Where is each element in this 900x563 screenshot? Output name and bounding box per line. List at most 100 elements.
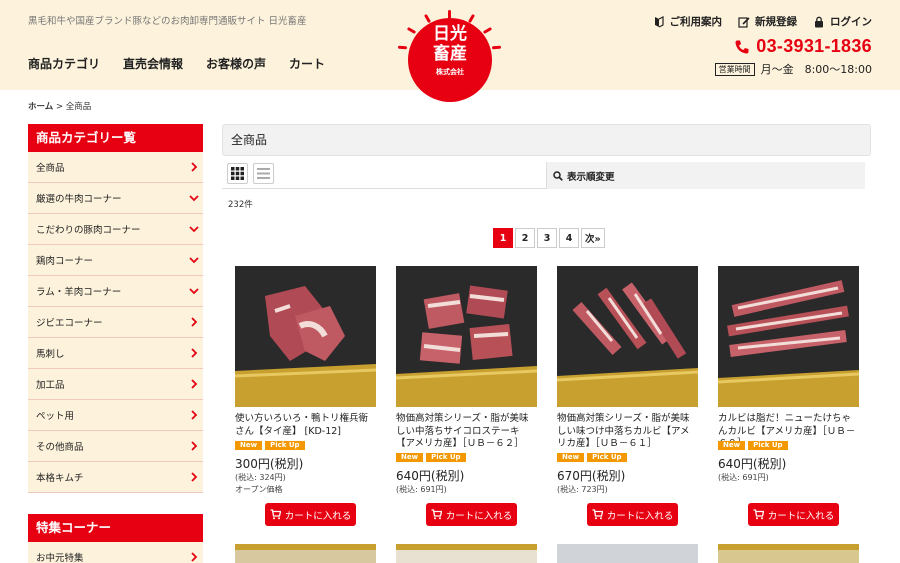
sidebar-item[interactable]: ペット用 (28, 400, 203, 431)
add-to-cart-button[interactable]: カートに入れる (748, 503, 839, 526)
badge-pickup: Pick Up (265, 441, 305, 450)
chevron-down-icon (189, 195, 199, 202)
product-name[interactable]: 使い方いろいろ・鴨トリ権兵衛さん【タイ産】 [KD-12] (235, 413, 377, 438)
product-badges: New Pick Up (396, 453, 466, 462)
logo-text-1: 日光 (433, 24, 467, 44)
sidebar-item-label: 厳選の牛肉コーナー (36, 194, 122, 205)
sidebar-item[interactable]: ラム・羊肉コーナー (28, 276, 203, 307)
sidebar-item[interactable]: 鶏肉コーナー (28, 245, 203, 276)
register-link[interactable]: 新規登録 (738, 14, 797, 29)
badge-pickup: Pick Up (426, 453, 466, 462)
header-links: ご利用案内 新規登録 ログイン (653, 14, 872, 29)
logo-text-2: 畜産 (433, 44, 467, 64)
phone-text: 03-3931-1836 (756, 36, 872, 56)
sidebar-item-label: ラム・羊肉コーナー (36, 287, 122, 298)
page-2[interactable]: 2 (515, 228, 535, 248)
sidebar-item-label: ペット用 (36, 411, 75, 422)
sidebar-item[interactable]: 厳選の牛肉コーナー (28, 183, 203, 214)
add-to-cart-button[interactable]: カートに入れる (587, 503, 678, 526)
chevron-right-icon (191, 472, 198, 482)
sidebar-item[interactable]: 加工品 (28, 369, 203, 400)
sidebar-item-label: その他商品 (36, 442, 84, 453)
add-to-cart-button[interactable]: カートに入れる (265, 503, 356, 526)
chevron-right-icon (191, 379, 198, 389)
add-to-cart-button[interactable]: カートに入れる (426, 503, 517, 526)
product-badges: New Pick Up (557, 453, 627, 462)
sidebar-item-label: お中元特集 (36, 553, 84, 563)
site-logo[interactable]: 日光 畜産 株式会社 (397, 10, 502, 102)
product-tax-price: (税込: 723円) (557, 485, 608, 494)
add-to-cart-label: カートに入れる (445, 510, 513, 522)
sort-label: 表示順変更 (567, 171, 615, 183)
product-photo-partial[interactable] (718, 544, 859, 563)
product-tax-price: (税込: 691円) (718, 473, 769, 482)
chevron-right-icon (191, 162, 198, 172)
cart-icon (592, 509, 603, 520)
special-heading: 特集コーナー (28, 514, 203, 542)
product-price: 640円(税別) (396, 469, 465, 483)
list-view-button[interactable] (253, 163, 274, 184)
breadcrumb-sep: > (53, 102, 66, 112)
guide-link[interactable]: ご利用案内 (653, 14, 723, 29)
product-photo-partial[interactable] (557, 544, 698, 563)
guide-label: ご利用案内 (669, 16, 723, 28)
page-title: 全商品 (222, 124, 871, 156)
hours-badge: 営業時間 (714, 62, 755, 76)
list-icon (257, 168, 270, 179)
register-label: 新規登録 (755, 16, 797, 28)
list-toolbar: 表示順変更 (222, 162, 865, 189)
product-name[interactable]: 物価高対策シリーズ・脂が美味しい味つけ中落ちカルビ【アメリカ産】［ＵＢ－６１］ (557, 413, 699, 451)
badge-pickup: Pick Up (587, 453, 627, 462)
edit-icon (738, 16, 750, 28)
cart-icon (270, 509, 281, 520)
special-sidebar: 特集コーナー お中元特集 (28, 514, 203, 563)
product-photo[interactable] (718, 266, 859, 407)
nav-item-categories[interactable]: 商品カテゴリ (28, 55, 100, 72)
product-price: 640円(税別) (718, 457, 787, 471)
lock-icon (815, 16, 823, 27)
login-label: ログイン (830, 16, 872, 28)
page-next[interactable]: 次» (581, 228, 605, 248)
cart-icon (431, 509, 442, 520)
breadcrumb-current: 全商品 (65, 102, 92, 112)
product-photo[interactable] (396, 266, 537, 407)
search-icon (553, 170, 563, 181)
nav-item-sales-events[interactable]: 直売会情報 (123, 55, 183, 72)
breadcrumb-home[interactable]: ホーム (28, 102, 53, 112)
cart-icon (753, 509, 764, 520)
chevron-right-icon (191, 348, 198, 358)
sidebar-item-label: 本格キムチ (36, 473, 84, 484)
chevron-right-icon (191, 410, 198, 420)
sidebar-item[interactable]: 全商品 (28, 152, 203, 183)
page-4[interactable]: 4 (559, 228, 579, 248)
product-photo-partial[interactable] (396, 544, 537, 563)
product-badges: New Pick Up (235, 441, 305, 450)
product-photo[interactable] (557, 266, 698, 407)
sidebar-item[interactable]: こだわりの豚肉コーナー (28, 214, 203, 245)
grid-view-button[interactable] (227, 163, 248, 184)
page-3[interactable]: 3 (537, 228, 557, 248)
nav-item-reviews[interactable]: お客様の声 (206, 55, 266, 72)
add-to-cart-label: カートに入れる (606, 510, 674, 522)
sidebar-item[interactable]: ジビエコーナー (28, 307, 203, 338)
chevron-right-icon (191, 441, 198, 451)
sidebar-item[interactable]: その他商品 (28, 431, 203, 462)
book-icon (654, 15, 664, 28)
badge-new: New (396, 453, 424, 462)
login-link[interactable]: ログイン (813, 14, 872, 29)
product-photo[interactable] (235, 266, 376, 407)
phone-number[interactable]: 03-3931-1836 (734, 36, 872, 57)
product-photo-partial[interactable] (235, 544, 376, 563)
business-hours: 営業時間 月〜金 8:00〜18:00 (714, 61, 872, 77)
sort-order-toggle[interactable]: 表示順変更 (546, 162, 865, 189)
sidebar-item[interactable]: 馬刺し (28, 338, 203, 369)
sidebar-item[interactable]: 本格キムチ (28, 462, 203, 493)
product-tax-price: (税込: 324円) (235, 473, 286, 482)
result-count: 232件 (228, 200, 253, 210)
sidebar-item-label: 全商品 (36, 163, 65, 174)
sidebar-item[interactable]: お中元特集 (28, 542, 203, 563)
product-name[interactable]: 物価高対策シリーズ・脂が美味しい中落ちサイコロステーキ【アメリカ産】［ＵＢ－６２… (396, 413, 538, 451)
nav-item-cart[interactable]: カート (289, 55, 325, 72)
page-1[interactable]: 1 (493, 228, 513, 248)
product-price: 670円(税別) (557, 469, 626, 483)
